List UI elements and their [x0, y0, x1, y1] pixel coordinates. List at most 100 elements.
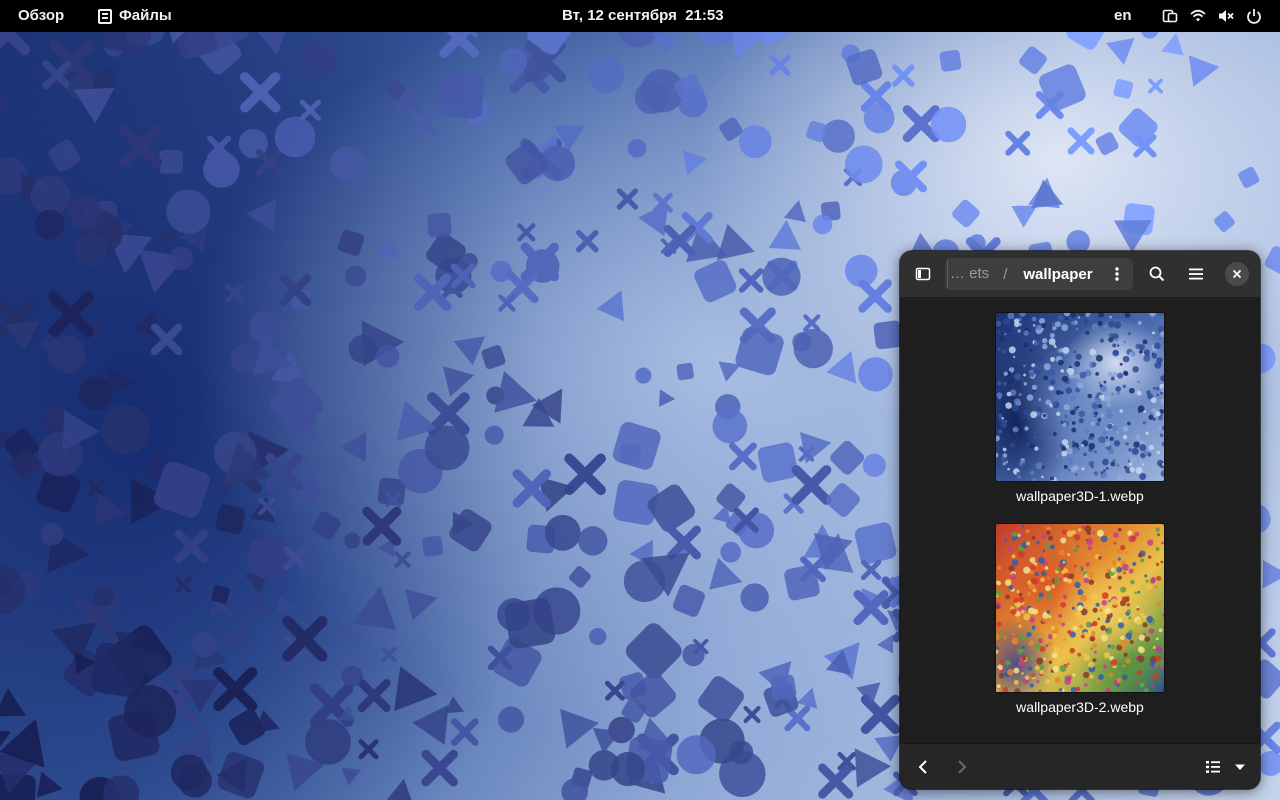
thumbnail-dot [1161, 441, 1164, 447]
main-menu-button[interactable] [1180, 258, 1212, 290]
wallpaper-shape [1019, 46, 1047, 74]
thumbnail-dot [1160, 375, 1164, 382]
thumbnail-dot [1044, 430, 1052, 437]
thumbnail-dot [1030, 656, 1034, 661]
wallpaper-shape [101, 404, 151, 454]
file-item[interactable]: wallpaper3D-1.webp [990, 313, 1170, 504]
thumbnail-dot [1021, 672, 1024, 675]
thumbnail-dot [1153, 342, 1161, 350]
thumbnail-dot [1103, 652, 1111, 659]
thumbnail-dot [1105, 442, 1110, 447]
thumbnail-dot [1001, 348, 1007, 354]
thumbnail-dot [1096, 529, 1104, 537]
wallpaper-shape [858, 279, 892, 313]
wallpaper-shape [743, 706, 761, 724]
wallpaper-shape [351, 586, 397, 630]
wallpaper-shape [860, 559, 882, 581]
thumbnail-dot [1092, 531, 1096, 535]
wallpaper-shape [88, 480, 104, 496]
wallpaper-shape [720, 541, 742, 563]
path-separator: / [1003, 265, 1008, 283]
close-window-button[interactable] [1225, 262, 1249, 286]
thumbnail-dot [1156, 637, 1159, 641]
thumbnail-dot [1042, 657, 1047, 661]
thumbnail-dot [1082, 319, 1089, 325]
thumbnail-dot [1101, 599, 1108, 606]
file-item[interactable]: wallpaper3D-2.webp [990, 524, 1170, 715]
wallpaper-shape [682, 150, 708, 175]
thumbnail-dot [1122, 674, 1128, 680]
path-segment-current[interactable]: wallpaper [1013, 266, 1100, 283]
wallpaper-shape [40, 523, 64, 546]
thumbnail-dot [1043, 363, 1051, 371]
wallpaper-shape [1238, 166, 1260, 188]
thumbnail-dot [1021, 463, 1028, 470]
wallpaper-shape [676, 362, 694, 381]
wallpaper-shape [225, 283, 245, 303]
thumbnail-dot [1142, 622, 1148, 628]
clock[interactable]: Вт, 12 сентября 21:53 [552, 4, 734, 28]
search-button[interactable] [1141, 258, 1173, 290]
thumbnail-dot [1051, 584, 1056, 589]
back-button[interactable] [907, 751, 939, 783]
thumbnail-dot [1133, 475, 1139, 480]
thumbnail-dot [1061, 450, 1068, 457]
folder-menu-button[interactable] [1107, 258, 1127, 290]
thumbnail-dot [1117, 557, 1121, 561]
thumbnail-dot [1127, 331, 1132, 336]
thumbnail-dot [1011, 331, 1015, 335]
wallpaper-shape [375, 235, 402, 258]
thumbnail-dot [1011, 404, 1019, 412]
toggle-sidebar-button[interactable] [907, 258, 939, 290]
path-segment-parent[interactable]: … ets [947, 258, 997, 290]
thumbnail-dot [1097, 417, 1102, 422]
thumbnail-dot [1045, 399, 1052, 406]
thumbnail-dot [1036, 324, 1042, 331]
thumbnail-dot [1137, 590, 1141, 594]
wallpaper-shape [1005, 130, 1031, 156]
thumbnail-dot [1116, 644, 1123, 651]
thumbnail-dot [1139, 439, 1143, 444]
thumbnail-dot [1045, 585, 1051, 592]
thumbnail-dot [1150, 578, 1156, 584]
list-view-button[interactable] [1197, 751, 1229, 783]
thumbnail-dot [1088, 579, 1095, 586]
system-status-menu[interactable] [1154, 4, 1270, 28]
wifi-icon [1190, 9, 1206, 22]
thumbnail-dot [1048, 641, 1053, 646]
thumbnail-dot [1052, 665, 1059, 673]
thumbnail-dot [1072, 625, 1078, 631]
thumbnail-dot [1136, 605, 1140, 609]
thumbnail-dot [1046, 610, 1051, 614]
thumbnail-dot [1025, 541, 1031, 546]
thumbnail-dot [1118, 617, 1123, 623]
wallpaper-shape [299, 99, 321, 121]
thumbnail-dot [1019, 655, 1023, 658]
wallpaper-shape [239, 72, 281, 113]
thumbnail-dot [1049, 544, 1055, 550]
thumbnail-dot [1004, 419, 1008, 423]
thumbnail-dot [999, 336, 1004, 341]
input-language-indicator[interactable]: en [1104, 4, 1142, 28]
thumbnail-dot [1041, 533, 1047, 539]
thumbnail-dot [1116, 431, 1119, 434]
chevron-left-icon [918, 760, 927, 774]
thumbnail-dot [1137, 380, 1140, 384]
view-options-button[interactable] [1228, 751, 1252, 783]
thumbnail-dot [1013, 679, 1019, 685]
thumbnail-dot [996, 320, 1002, 327]
app-menu-button[interactable]: Файлы [90, 4, 180, 28]
thumbnail-dot [1108, 337, 1114, 343]
thumbnail-dot [1018, 624, 1022, 628]
wallpaper-shape [792, 332, 812, 352]
wallpaper-shape [735, 326, 784, 376]
thumbnail-dot [1106, 408, 1111, 414]
thumbnail-dot [1102, 430, 1108, 435]
activities-button[interactable]: Обзор [8, 4, 74, 28]
wallpaper-shape [124, 685, 177, 738]
thumbnail-dot [1098, 555, 1102, 560]
forward-button[interactable] [946, 751, 978, 783]
thumbnail-dot [1005, 594, 1010, 600]
thumbnail-dot [1084, 525, 1092, 533]
thumbnail-dot [1052, 401, 1057, 407]
